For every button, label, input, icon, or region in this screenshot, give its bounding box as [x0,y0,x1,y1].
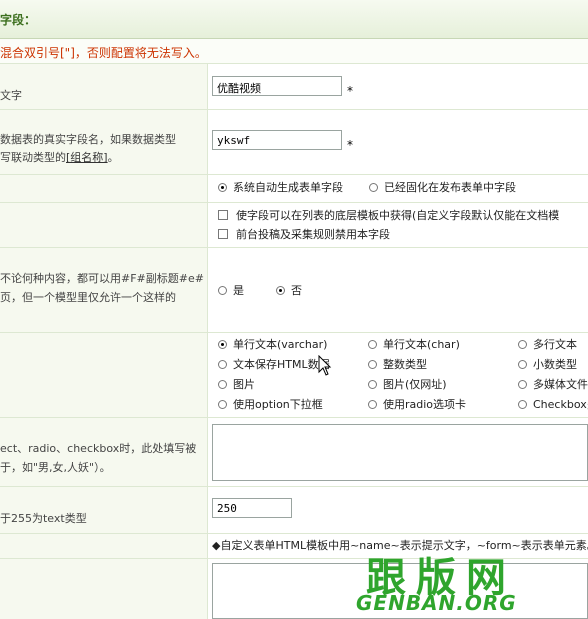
radio-type-media[interactable]: 多媒体文件 [518,377,588,393]
special-label-1: 不论何种内容，都可以用#F#副标题#e# [0,272,204,285]
radio-special-yes[interactable]: 是 [218,283,244,299]
radio-type-html[interactable]: 文本保存HTML数据 [218,357,330,373]
field-name-label-2: 写联动类型的[组名称]。 [0,151,119,164]
special-label-2: 页，但一个模型里仅允许一个这样的 [0,291,176,304]
radio-fixed-form[interactable]: 已经固化在发布表单中字段 [369,180,516,196]
radio-icon [276,286,285,295]
radio-type-int[interactable]: 整数类型 [368,357,427,373]
radio-icon [368,400,377,409]
checkbox-list-template[interactable]: 使字段可以在列表的底层模板中获得(自定义字段默认仅能在文档模 [218,208,559,224]
genban-watermark: 跟版网 GENBAN.ORG [356,545,588,615]
label-cell: 于255为text类型 [0,487,208,533]
checkbox-icon [218,210,228,220]
radio-type-multiline[interactable]: 多行文本 [518,337,577,353]
row-default: ect、radio、checkbox时，此处填写被 于，如"男,女,人妖"）。 [0,418,588,487]
label-cell: ect、radio、checkbox时，此处填写被 于，如"男,女,人妖"）。 [0,418,208,486]
radio-type-imgurl[interactable]: 图片(仅网址) [368,377,447,393]
radio-icon [368,360,377,369]
radio-type-checkbox[interactable]: Checkbox多 [518,397,588,413]
row-field-title: 文字 优酷视频 * [0,64,588,110]
label-cell [0,333,208,417]
section-header: 字段： [0,0,588,39]
field-name-label-1: 数据表的真实字段名，如果数据类型 [0,133,176,146]
label-cell: 不论何种内容，都可以用#F#副标题#e# 页，但一个模型里仅允许一个这样的 [0,248,208,332]
mouse-cursor-icon [318,355,332,376]
maxlength-input[interactable]: 250 [212,498,292,518]
warning-text: 混合双引号["]，否则配置将无法写入。 [0,46,207,60]
required-mark: * [347,138,353,152]
radio-icon [518,360,527,369]
radio-icon [368,340,377,349]
row-maxlength: 于255为text类型 250 [0,487,588,534]
default-value-textarea[interactable] [212,424,588,481]
radio-special-no[interactable]: 否 [276,283,302,299]
radio-type-varchar[interactable]: 单行文本(varchar) [218,337,327,353]
radio-icon [218,380,227,389]
label-cell: 数据表的真实字段名，如果数据类型 写联动类型的[组名称]。 [0,110,208,174]
radio-icon [218,286,227,295]
radio-icon [218,400,227,409]
label-cell [0,203,208,247]
label-cell: 文字 [0,64,208,109]
section-title: 字段： [0,13,37,27]
radio-icon [218,183,227,192]
checkbox-icon [218,229,228,239]
checkbox-disable-frontend[interactable]: 前台投稿及采集规则禁用本字段 [218,227,390,243]
row-datatype: 单行文本(varchar) 单行文本(char) 多行文本 文本保存HTML数据… [0,333,588,418]
field-title-label: 文字 [0,89,22,102]
field-title-input[interactable]: 优酷视频 [212,76,342,96]
required-mark: * [347,84,353,98]
radio-type-image[interactable]: 图片 [218,377,255,393]
row-form-mode: 系统自动生成表单字段 已经固化在发布表单中字段 [0,175,588,203]
field-name-input[interactable]: ykswf [212,130,342,150]
group-name-link[interactable]: [组名称] [66,151,108,164]
radio-auto-generate[interactable]: 系统自动生成表单字段 [218,180,343,196]
row-field-name: 数据表的真实字段名，如果数据类型 写联动类型的[组名称]。 ykswf * [0,110,588,175]
label-cell [0,559,208,619]
radio-type-char[interactable]: 单行文本(char) [368,337,460,353]
radio-icon [218,360,227,369]
label-cell [0,175,208,202]
radio-icon [518,380,527,389]
warning-bar: 混合双引号["]，否则配置将无法写入。 [0,39,588,64]
default-label-2: 于，如"男,女,人妖"）。 [0,461,111,474]
radio-icon [369,183,378,192]
label-cell [0,534,208,558]
row-options: 使字段可以在列表的底层模板中获得(自定义字段默认仅能在文档模 前台投稿及采集规则… [0,203,588,248]
radio-type-select[interactable]: 使用option下拉框 [218,397,323,413]
maxlength-label: 于255为text类型 [0,512,87,525]
watermark-en: GENBAN.ORG [356,591,517,615]
radio-icon [518,400,527,409]
radio-icon [218,340,227,349]
radio-type-radio[interactable]: 使用radio选项卡 [368,397,466,413]
radio-type-float[interactable]: 小数类型 [518,357,577,373]
default-label-1: ect、radio、checkbox时，此处填写被 [0,442,197,455]
radio-icon [518,340,527,349]
row-special: 不论何种内容，都可以用#F#副标题#e# 页，但一个模型里仅允许一个这样的 是 … [0,248,588,333]
radio-icon [368,380,377,389]
